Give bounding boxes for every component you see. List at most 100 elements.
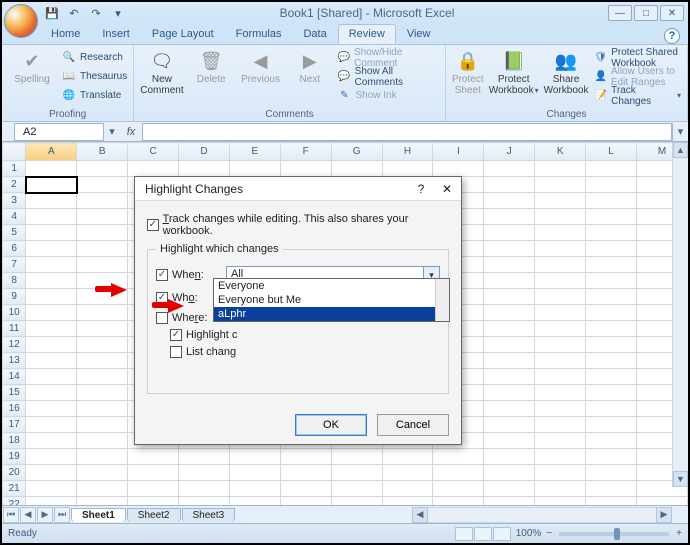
name-box-dropdown[interactable]: ▾ bbox=[104, 125, 120, 138]
cell[interactable] bbox=[484, 353, 535, 369]
next-comment-button[interactable]: ▶Next bbox=[288, 47, 331, 107]
track-changes-button[interactable]: 📝Track Changes▾ bbox=[594, 87, 681, 104]
office-button[interactable] bbox=[4, 4, 38, 38]
track-changes-checkbox[interactable] bbox=[147, 219, 159, 231]
cell[interactable] bbox=[26, 161, 77, 177]
cell[interactable] bbox=[26, 193, 77, 209]
col-header-H[interactable]: H bbox=[382, 143, 433, 161]
qat-customize-icon[interactable]: ▾ bbox=[110, 5, 126, 21]
cell[interactable] bbox=[77, 401, 128, 417]
row-header[interactable]: 12 bbox=[3, 337, 26, 353]
cancel-button[interactable]: Cancel bbox=[377, 414, 449, 436]
protect-workbook-button[interactable]: 📗Protect Workbook▾ bbox=[490, 47, 538, 107]
dialog-help-button[interactable]: ? bbox=[413, 182, 429, 196]
row-header[interactable]: 9 bbox=[3, 289, 26, 305]
view-page-layout-icon[interactable] bbox=[474, 527, 492, 541]
protect-sheet-button[interactable]: 🔒Protect Sheet bbox=[452, 47, 484, 107]
tab-nav-next-icon[interactable]: ▶ bbox=[37, 507, 53, 523]
cell[interactable] bbox=[26, 241, 77, 257]
cell[interactable] bbox=[179, 481, 230, 497]
row-header[interactable]: 5 bbox=[3, 225, 26, 241]
minimize-button[interactable]: — bbox=[608, 5, 632, 21]
cell[interactable] bbox=[484, 449, 535, 465]
dialog-close-button[interactable]: ✕ bbox=[439, 182, 455, 196]
col-header-I[interactable]: I bbox=[433, 143, 484, 161]
cell[interactable] bbox=[229, 497, 280, 506]
tab-insert[interactable]: Insert bbox=[91, 24, 141, 44]
when-checkbox[interactable] bbox=[156, 269, 168, 281]
cell[interactable] bbox=[586, 417, 637, 433]
cell[interactable] bbox=[26, 401, 77, 417]
who-dropdown-list[interactable]: Everyone Everyone but Me aLphr bbox=[213, 278, 450, 322]
zoom-slider[interactable] bbox=[559, 532, 669, 536]
cell[interactable] bbox=[77, 465, 128, 481]
cell[interactable] bbox=[535, 209, 586, 225]
cell[interactable] bbox=[586, 305, 637, 321]
row-header[interactable]: 15 bbox=[3, 385, 26, 401]
cell[interactable] bbox=[26, 257, 77, 273]
cell[interactable] bbox=[535, 465, 586, 481]
cell[interactable] bbox=[586, 273, 637, 289]
cell[interactable] bbox=[26, 385, 77, 401]
col-header-F[interactable]: F bbox=[280, 143, 331, 161]
cell[interactable] bbox=[433, 449, 484, 465]
row-header[interactable]: 10 bbox=[3, 305, 26, 321]
cell[interactable] bbox=[77, 369, 128, 385]
row-header[interactable]: 18 bbox=[3, 433, 26, 449]
cell[interactable] bbox=[484, 273, 535, 289]
close-window-button[interactable]: ✕ bbox=[660, 5, 684, 21]
cell[interactable] bbox=[26, 433, 77, 449]
cell[interactable] bbox=[484, 177, 535, 193]
undo-icon[interactable]: ↶ bbox=[66, 5, 82, 21]
cell[interactable] bbox=[77, 353, 128, 369]
cell[interactable] bbox=[77, 385, 128, 401]
sheet-tab-1[interactable]: Sheet1 bbox=[71, 508, 126, 522]
row-header[interactable]: 11 bbox=[3, 321, 26, 337]
cell[interactable] bbox=[77, 161, 128, 177]
cell[interactable] bbox=[26, 465, 77, 481]
cell[interactable] bbox=[484, 417, 535, 433]
tab-nav-prev-icon[interactable]: ◀ bbox=[20, 507, 36, 523]
cell[interactable] bbox=[433, 161, 484, 177]
cell[interactable] bbox=[331, 465, 382, 481]
cell[interactable] bbox=[535, 193, 586, 209]
cell[interactable] bbox=[128, 481, 179, 497]
cell[interactable] bbox=[535, 273, 586, 289]
tab-formulas[interactable]: Formulas bbox=[225, 24, 293, 44]
tab-home[interactable]: Home bbox=[40, 24, 91, 44]
cell[interactable] bbox=[586, 289, 637, 305]
share-workbook-button[interactable]: 👥Share Workbook bbox=[544, 47, 589, 107]
allow-users-edit-ranges-button[interactable]: 👤Allow Users to Edit Ranges bbox=[594, 68, 681, 85]
cell[interactable] bbox=[586, 353, 637, 369]
cell[interactable] bbox=[26, 417, 77, 433]
cell[interactable] bbox=[179, 497, 230, 506]
cell[interactable] bbox=[26, 497, 77, 506]
cell[interactable] bbox=[280, 481, 331, 497]
zoom-out-icon[interactable]: − bbox=[546, 528, 552, 539]
cell[interactable] bbox=[77, 257, 128, 273]
cell[interactable] bbox=[382, 465, 433, 481]
cell[interactable] bbox=[77, 417, 128, 433]
cell[interactable] bbox=[26, 273, 77, 289]
show-all-comments-button[interactable]: 💬Show All Comments bbox=[337, 68, 438, 85]
cell[interactable] bbox=[535, 369, 586, 385]
cell[interactable] bbox=[535, 321, 586, 337]
tab-view[interactable]: View bbox=[396, 24, 442, 44]
cell[interactable] bbox=[382, 161, 433, 177]
cell[interactable] bbox=[26, 177, 77, 193]
cell[interactable] bbox=[535, 385, 586, 401]
cell[interactable] bbox=[484, 193, 535, 209]
protect-shared-workbook-button[interactable]: 🛡Protect Shared Workbook bbox=[594, 49, 681, 66]
cell[interactable] bbox=[637, 497, 688, 506]
sheet-tab-3[interactable]: Sheet3 bbox=[182, 508, 236, 522]
col-header-K[interactable]: K bbox=[535, 143, 586, 161]
col-header-D[interactable]: D bbox=[179, 143, 230, 161]
tab-nav-last-icon[interactable]: ⏭ bbox=[54, 507, 70, 523]
cell[interactable] bbox=[484, 321, 535, 337]
cell[interactable] bbox=[77, 177, 128, 193]
cell[interactable] bbox=[179, 449, 230, 465]
cell[interactable] bbox=[128, 161, 179, 177]
cell[interactable] bbox=[26, 321, 77, 337]
cell[interactable] bbox=[535, 225, 586, 241]
name-box[interactable]: A2 bbox=[14, 123, 104, 141]
